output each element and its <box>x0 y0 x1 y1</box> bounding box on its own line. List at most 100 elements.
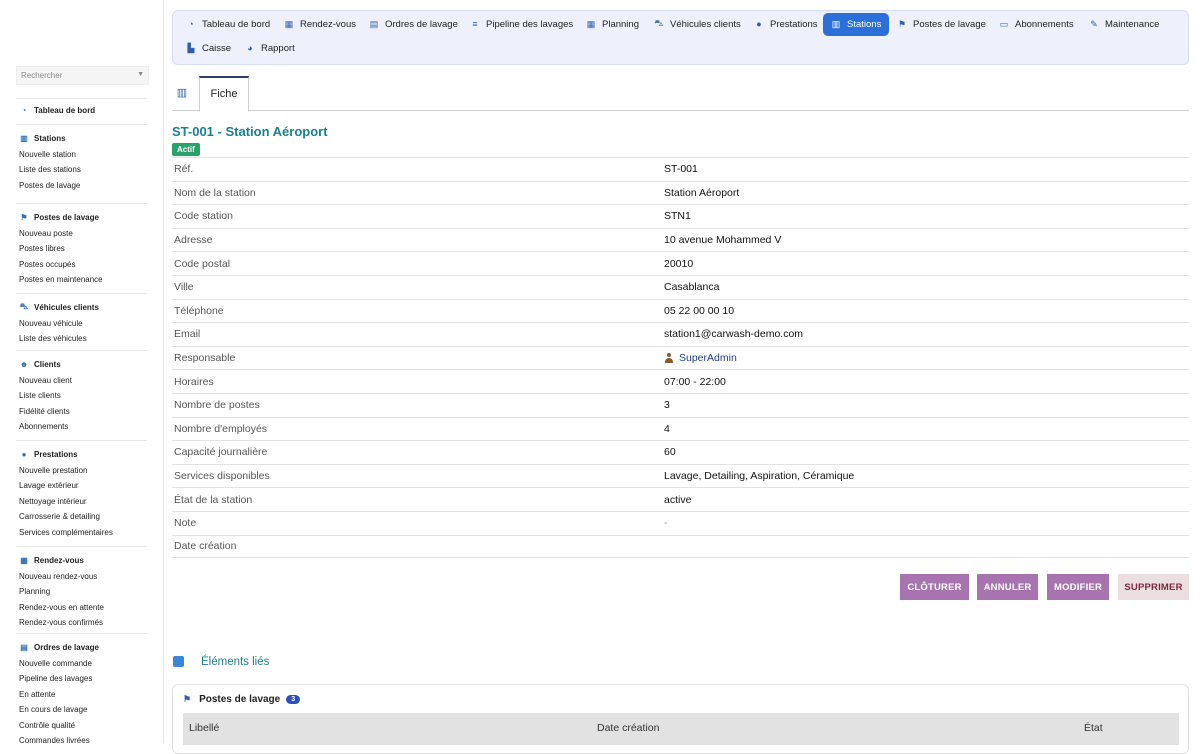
sidebar-item[interactable]: Postes libres <box>16 241 147 256</box>
sidebar-item[interactable]: Nouvelle commande <box>16 656 147 671</box>
column-header-state[interactable]: État <box>1084 722 1103 734</box>
sidebar-item[interactable]: Nouvelle prestation <box>16 463 147 478</box>
status-badge: Actif <box>172 143 200 156</box>
sidebar-item[interactable]: Abonnements <box>16 419 147 434</box>
chevron-down-icon[interactable]: ▼ <box>137 71 144 78</box>
sidebar-section-heading[interactable]: ▦ Rendez-vous <box>16 553 147 567</box>
field-value: 05 22 00 00 10 <box>664 304 735 317</box>
dashboard-icon: ◔ <box>188 19 194 29</box>
field-label: Email <box>174 328 201 341</box>
field-label: Code station <box>174 210 233 223</box>
field-row: Horaires 07:00 - 22:00 <box>172 369 1189 393</box>
clipboard-icon: ▤ <box>369 18 379 29</box>
tab-bar: ▥ Fiche <box>172 76 1189 112</box>
sidebar-item[interactable]: Commandes livrées <box>16 733 147 748</box>
sidebar-item[interactable]: En attente <box>16 687 147 702</box>
sidebar-section-heading[interactable]: ▤ Ordres de lavage <box>16 640 147 654</box>
building-icon: ▥ <box>831 19 841 29</box>
column-header-label[interactable]: Libellé <box>189 722 219 734</box>
related-table-header: Libellé Date création État <box>183 713 1179 745</box>
sidebar-item[interactable]: Nettoyage intérieur <box>16 494 147 509</box>
field-row: Nom de la station Station Aéroport <box>172 180 1189 205</box>
sidebar-item[interactable]: Carrosserie & detailing <box>16 509 147 524</box>
nav-maintenance[interactable]: ✎ Maintenance <box>1081 13 1167 35</box>
field-value: SuperAdmin <box>664 352 737 364</box>
field-row: Réf. ST-001 <box>172 157 1189 181</box>
related-block-header: ⚑ Postes de lavage 3 <box>183 694 301 705</box>
delete-button[interactable]: SUPPRIMER <box>1118 574 1189 600</box>
nav-subscriptions[interactable]: ▭ Abonnements <box>991 13 1082 35</box>
field-value: 4 <box>664 422 670 435</box>
field-label: Horaires <box>174 375 214 388</box>
flag-icon: ⚑ <box>20 212 28 222</box>
sidebar-item[interactable]: Liste des véhicules <box>16 331 147 346</box>
nav-planning[interactable]: ▦ Planning <box>578 13 647 35</box>
sidebar-item[interactable]: Liste clients <box>16 388 147 403</box>
sidebar-section-heading[interactable]: ☻ Clients <box>16 357 147 371</box>
sidebar-item[interactable]: Nouveau client <box>16 373 147 388</box>
users-icon: ☻ <box>19 359 29 369</box>
responsible-user-link[interactable]: SuperAdmin <box>679 352 737 364</box>
nav-appointments[interactable]: ▦ Rendez-vous <box>276 13 364 35</box>
sidebar-item[interactable]: Postes en maintenance <box>16 272 147 287</box>
sidebar-item[interactable]: Nouveau véhicule <box>16 316 147 331</box>
field-label: Nombre d'employés <box>174 422 268 435</box>
nav-vehicles[interactable]: ⛍ Véhicules clients <box>646 13 749 35</box>
close-record-button[interactable]: CLÔTURER <box>900 574 969 600</box>
sidebar-item[interactable]: Nouvelle station <box>16 147 147 162</box>
sidebar-section-heading[interactable]: ⚑ Postes de lavage <box>16 210 147 224</box>
field-label: Date création <box>174 540 237 553</box>
field-value: - <box>664 517 668 530</box>
car-icon: ⛍ <box>19 302 29 311</box>
tab-fiche[interactable]: Fiche <box>199 76 249 112</box>
droplet-icon: ● <box>756 19 762 29</box>
record-fields: Réf. ST-001 Nom de la station Station Aérop… <box>172 157 1189 559</box>
nav-wash-bays[interactable]: ⚑ Postes de lavage <box>889 13 994 35</box>
field-label: État de la station <box>174 493 253 506</box>
sidebar-item[interactable]: Postes de lavage <box>16 178 147 193</box>
sidebar-item[interactable]: Contrôle qualité <box>16 718 147 733</box>
building-icon: ▥ <box>20 133 28 143</box>
sidebar: Rechercher ▼ ◔ Tableau de bord ▥ Stations… <box>0 0 164 745</box>
nav-dashboard[interactable]: ◔ Tableau de bord <box>178 13 278 35</box>
sidebar-section-dashboard: ◔ Tableau de bord <box>16 98 147 117</box>
linked-items-icon <box>173 656 184 667</box>
sidebar-section-heading[interactable]: ⛍ Véhicules clients <box>16 300 147 314</box>
search-input[interactable]: Rechercher ▼ <box>16 66 149 85</box>
cancel-button[interactable]: ANNULER <box>977 574 1038 600</box>
sidebar-item[interactable]: Services complémentaires <box>16 525 147 540</box>
sidebar-section-heading[interactable]: ● Prestations <box>16 447 147 461</box>
sidebar-item[interactable]: Rendez-vous confirmés <box>16 615 147 630</box>
related-title: Éléments liés <box>201 656 270 668</box>
nav-stations[interactable]: ▥ Stations <box>823 13 890 36</box>
nav-cash[interactable]: ▙ Caisse <box>178 37 239 59</box>
sidebar-item[interactable]: Nouveau poste <box>16 226 147 241</box>
nav-services[interactable]: ● Prestations <box>746 13 826 35</box>
sidebar-item[interactable]: Rendez-vous en attente <box>16 600 147 615</box>
sidebar-item[interactable]: Pipeline des lavages <box>16 671 147 686</box>
column-header-date[interactable]: Date création <box>597 722 659 734</box>
field-value: 3 <box>664 399 670 412</box>
field-label: Note <box>174 517 197 530</box>
field-row: Téléphone 05 22 00 00 10 <box>172 298 1189 323</box>
sidebar-item[interactable]: En cours de lavage <box>16 702 147 717</box>
sidebar-item[interactable]: Fidélité clients <box>16 404 147 419</box>
sidebar-item[interactable]: Planning <box>16 584 147 599</box>
field-label: Réf. <box>174 163 194 176</box>
sidebar-section-heading[interactable]: ▥ Stations <box>16 131 147 145</box>
field-row: Nombre de postes 3 <box>172 392 1189 417</box>
field-value: 10 avenue Mohammed V <box>664 234 782 247</box>
nav-pipeline[interactable]: ≡ Pipeline des lavages <box>462 13 581 35</box>
sidebar-item-dashboard[interactable]: ◔ Tableau de bord <box>16 103 147 117</box>
sidebar-item[interactable]: Postes occupés <box>16 257 147 272</box>
sidebar-item[interactable]: Liste des stations <box>16 162 147 177</box>
edit-button[interactable]: MODIFIER <box>1047 574 1109 600</box>
field-row: Adresse 10 avenue Mohammed V <box>172 227 1189 252</box>
sidebar-item[interactable]: Nouveau rendez-vous <box>16 569 147 584</box>
sidebar-item[interactable]: Lavage extérieur <box>16 478 147 493</box>
search-placeholder: Rechercher <box>21 71 63 80</box>
nav-report[interactable]: ◕ Rapport <box>237 37 303 59</box>
field-row: Responsable SuperAdmin <box>172 345 1189 370</box>
nav-wash-orders[interactable]: ▤ Ordres de lavage <box>361 13 466 35</box>
field-label: Capacité journalière <box>174 446 268 459</box>
